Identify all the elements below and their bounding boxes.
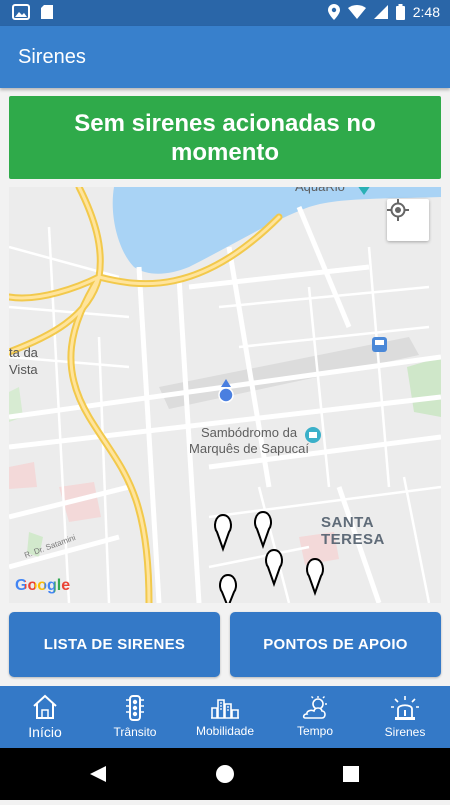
nav-label-inicio: Início bbox=[28, 724, 62, 740]
google-logo: Google bbox=[15, 577, 70, 595]
map-label-aquario: AquaRio bbox=[295, 187, 345, 195]
crosshair-icon bbox=[387, 199, 409, 221]
map-label-santa-teresa: SANTA TERESA bbox=[321, 514, 385, 548]
signal-icon bbox=[373, 5, 388, 19]
wifi-icon bbox=[347, 5, 366, 19]
sirens-list-button[interactable]: LISTA DE SIRENES bbox=[9, 612, 220, 677]
nav-item-inicio[interactable]: Início bbox=[0, 686, 90, 748]
map-label-vista-1: ta da bbox=[9, 345, 38, 360]
google-logo-text: Google bbox=[15, 577, 71, 594]
system-navigation-bar bbox=[0, 748, 450, 800]
nav-item-sirenes[interactable]: Sirenes bbox=[360, 686, 450, 748]
transit-icon bbox=[372, 337, 387, 352]
city-icon bbox=[211, 699, 239, 719]
nav-label-transito: Trânsito bbox=[113, 725, 157, 739]
map-view[interactable]: AquaRio ta da Vista Sambódromo da Marquê… bbox=[9, 187, 441, 603]
nav-label-mobilidade: Mobilidade bbox=[195, 724, 255, 738]
weather-icon bbox=[302, 696, 327, 719]
home-icon bbox=[33, 694, 57, 719]
photo-notification-icon bbox=[12, 4, 30, 20]
recents-icon[interactable] bbox=[343, 766, 359, 782]
back-icon[interactable] bbox=[90, 766, 106, 782]
nav-item-transito[interactable]: Trânsito bbox=[90, 686, 180, 748]
my-location-button[interactable] bbox=[387, 199, 429, 241]
support-points-button[interactable]: PONTOS DE APOIO bbox=[230, 612, 441, 677]
status-time: 2:48 bbox=[412, 4, 440, 20]
status-bar: 2:48 bbox=[0, 0, 450, 26]
sd-card-icon bbox=[41, 5, 53, 19]
siren-icon bbox=[391, 696, 419, 720]
nav-item-tempo[interactable]: Tempo bbox=[270, 686, 360, 748]
nav-label-sirenes: Sirenes bbox=[384, 725, 426, 739]
battery-icon bbox=[395, 4, 405, 20]
app-bar: Sirenes bbox=[0, 26, 450, 88]
bottom-navigation: Início Trânsito Mobilidade Tempo Sirenes bbox=[0, 686, 450, 748]
page-title: Sirenes bbox=[18, 46, 86, 68]
map-label-vista-2: Vista bbox=[9, 362, 38, 377]
traffic-light-icon bbox=[126, 695, 144, 721]
map-label-sambodromo: Sambódromo da Marquês de Sapucaí bbox=[189, 425, 309, 456]
home-button-icon[interactable] bbox=[216, 765, 234, 783]
location-icon bbox=[327, 4, 340, 20]
nav-label-tempo: Tempo bbox=[296, 724, 334, 738]
siren-status-banner: Sem sirenes acionadas no momento bbox=[9, 96, 441, 179]
siren-status-text: Sem sirenes acionadas no momento bbox=[74, 109, 376, 166]
nav-item-mobilidade[interactable]: Mobilidade bbox=[180, 686, 270, 748]
